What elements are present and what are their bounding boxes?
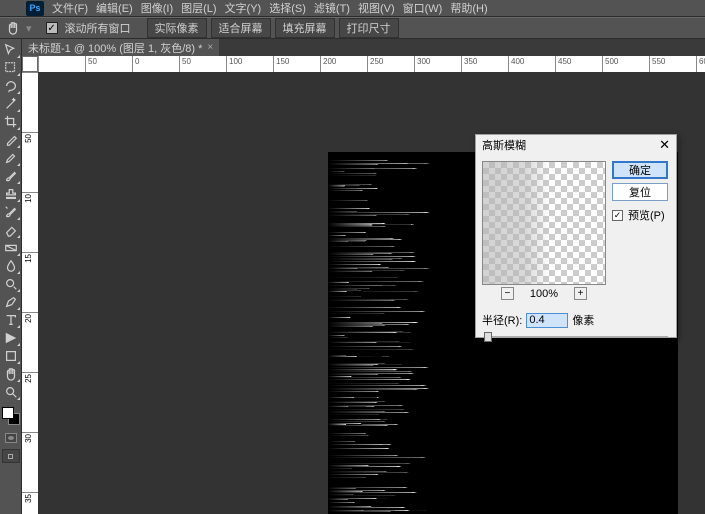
menu-file[interactable]: 文件(F) (52, 0, 88, 16)
toolbar (0, 39, 22, 514)
close-tab-icon[interactable]: × (207, 42, 213, 53)
screenmode-button[interactable] (2, 449, 20, 463)
menu-help[interactable]: 帮助(H) (450, 0, 487, 16)
ok-button[interactable]: 确定 (612, 161, 668, 179)
menu-view[interactable]: 视图(V) (358, 0, 395, 16)
document-tab[interactable]: 未标题-1 @ 100% (图层 1, 灰色/8) * × (22, 39, 219, 56)
ruler-origin[interactable] (22, 56, 38, 72)
hand-icon[interactable] (4, 19, 22, 37)
eyedropper-tool[interactable] (1, 131, 21, 149)
zoom-in-button[interactable]: + (574, 287, 587, 300)
checkbox-icon: ✓ (612, 210, 623, 221)
gaussian-blur-dialog: 高斯模糊 ✕ − 100% + 确定 复位 ✓ 预览(P) 半径(R): 像素 (475, 134, 677, 338)
crop-tool[interactable] (1, 113, 21, 131)
wand-tool[interactable] (1, 95, 21, 113)
options-bar: ▾ ✓ 滚动所有窗口 实际像素 适合屏幕 填充屏幕 打印尺寸 (0, 17, 705, 39)
blur-tool[interactable] (1, 257, 21, 275)
dodge-tool[interactable] (1, 275, 21, 293)
shape-tool[interactable] (1, 347, 21, 365)
fg-color[interactable] (2, 407, 14, 419)
lasso-tool[interactable] (1, 77, 21, 95)
ruler-horizontal[interactable]: 50050100150200250300350400450500550600 (38, 56, 705, 72)
path-tool[interactable] (1, 329, 21, 347)
close-icon[interactable]: ✕ (659, 137, 670, 153)
history-brush-tool[interactable] (1, 203, 21, 221)
zoom-out-button[interactable]: − (501, 287, 514, 300)
cancel-button[interactable]: 复位 (612, 183, 668, 201)
gradient-tool[interactable] (1, 239, 21, 257)
menu-image[interactable]: 图像(I) (141, 0, 173, 16)
radius-unit: 像素 (572, 312, 594, 328)
menu-layer[interactable]: 图层(L) (181, 0, 216, 16)
zoom-level: 100% (530, 288, 558, 300)
move-tool[interactable] (1, 41, 21, 59)
document-tab-label: 未标题-1 @ 100% (图层 1, 灰色/8) * (28, 40, 202, 56)
menu-edit[interactable]: 编辑(E) (96, 0, 133, 16)
healing-tool[interactable] (1, 149, 21, 167)
print-size-button[interactable]: 打印尺寸 (339, 18, 399, 38)
quickmask-button[interactable] (2, 431, 20, 445)
app-logo: Ps (26, 1, 44, 16)
dialog-title: 高斯模糊 (482, 137, 526, 153)
fit-screen-button[interactable]: 适合屏幕 (211, 18, 271, 38)
radius-slider[interactable] (484, 334, 668, 340)
color-swatches[interactable] (2, 407, 20, 425)
filter-preview[interactable] (482, 161, 606, 285)
hand-tool[interactable] (1, 365, 21, 383)
preview-checkbox[interactable]: ✓ 预览(P) (612, 207, 668, 223)
menu-select[interactable]: 选择(S) (269, 0, 306, 16)
brush-tool[interactable] (1, 167, 21, 185)
scroll-all-label: 滚动所有窗口 (65, 20, 131, 36)
pen-tool[interactable] (1, 293, 21, 311)
fill-screen-button[interactable]: 填充屏幕 (275, 18, 335, 38)
radius-input[interactable] (526, 313, 568, 328)
actual-pixels-button[interactable]: 实际像素 (147, 18, 207, 38)
menu-type[interactable]: 文字(Y) (225, 0, 262, 16)
menu-filter[interactable]: 滤镜(T) (314, 0, 350, 16)
radius-label: 半径(R): (482, 312, 522, 328)
stamp-tool[interactable] (1, 185, 21, 203)
ruler-vertical[interactable]: 50101520253035 (22, 72, 38, 514)
document-tab-bar: 未标题-1 @ 100% (图层 1, 灰色/8) * × (22, 39, 705, 56)
dialog-titlebar[interactable]: 高斯模糊 ✕ (476, 135, 676, 155)
type-tool[interactable] (1, 311, 21, 329)
zoom-tool[interactable] (1, 383, 21, 401)
marquee-tool[interactable] (1, 59, 21, 77)
preview-label: 预览(P) (628, 207, 665, 223)
eraser-tool[interactable] (1, 221, 21, 239)
menu-bar: Ps 文件(F) 编辑(E) 图像(I) 图层(L) 文字(Y) 选择(S) 滤… (0, 0, 705, 17)
scroll-all-checkbox[interactable]: ✓ (46, 22, 58, 34)
menu-window[interactable]: 窗口(W) (403, 0, 443, 16)
